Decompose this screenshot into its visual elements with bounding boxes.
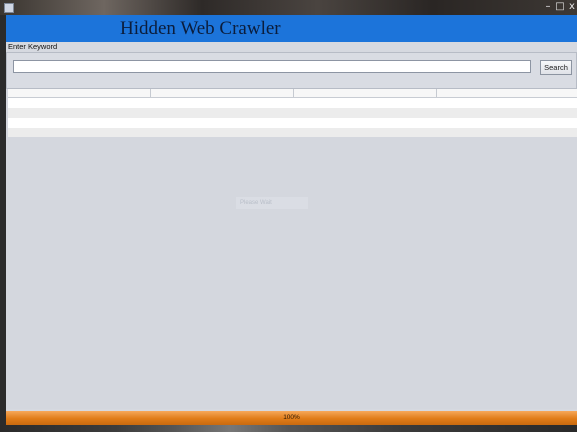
table-header — [8, 89, 577, 98]
app-window: Hidden Web Crawler Enter Keyword Search … — [6, 15, 577, 411]
table-row[interactable] — [8, 128, 577, 137]
table-row[interactable] — [8, 98, 577, 108]
close-icon[interactable]: x — [566, 0, 577, 15]
keyword-label: Enter Keyword — [8, 42, 58, 51]
table-row[interactable] — [8, 108, 577, 118]
progress-bar: 100% — [6, 411, 577, 425]
minimize-icon[interactable]: – — [542, 0, 554, 15]
search-button[interactable]: Search — [540, 60, 572, 75]
search-panel: Search — [6, 52, 577, 89]
column-separator[interactable] — [150, 89, 151, 97]
column-separator[interactable] — [436, 89, 437, 97]
loading-overlay: Please Wait — [236, 197, 308, 209]
app-icon — [4, 3, 14, 13]
table-row[interactable] — [8, 118, 577, 128]
app-title: Hidden Web Crawler — [120, 18, 281, 39]
keyword-input[interactable] — [13, 60, 531, 73]
results-table[interactable]: Please Wait — [6, 89, 577, 409]
app-banner: Hidden Web Crawler — [6, 15, 577, 42]
column-separator[interactable] — [293, 89, 294, 97]
progress-label: 100% — [283, 414, 300, 421]
window-titlebar: – □ x — [0, 0, 577, 15]
maximize-icon[interactable]: □ — [554, 0, 566, 15]
os-taskbar — [0, 425, 577, 432]
